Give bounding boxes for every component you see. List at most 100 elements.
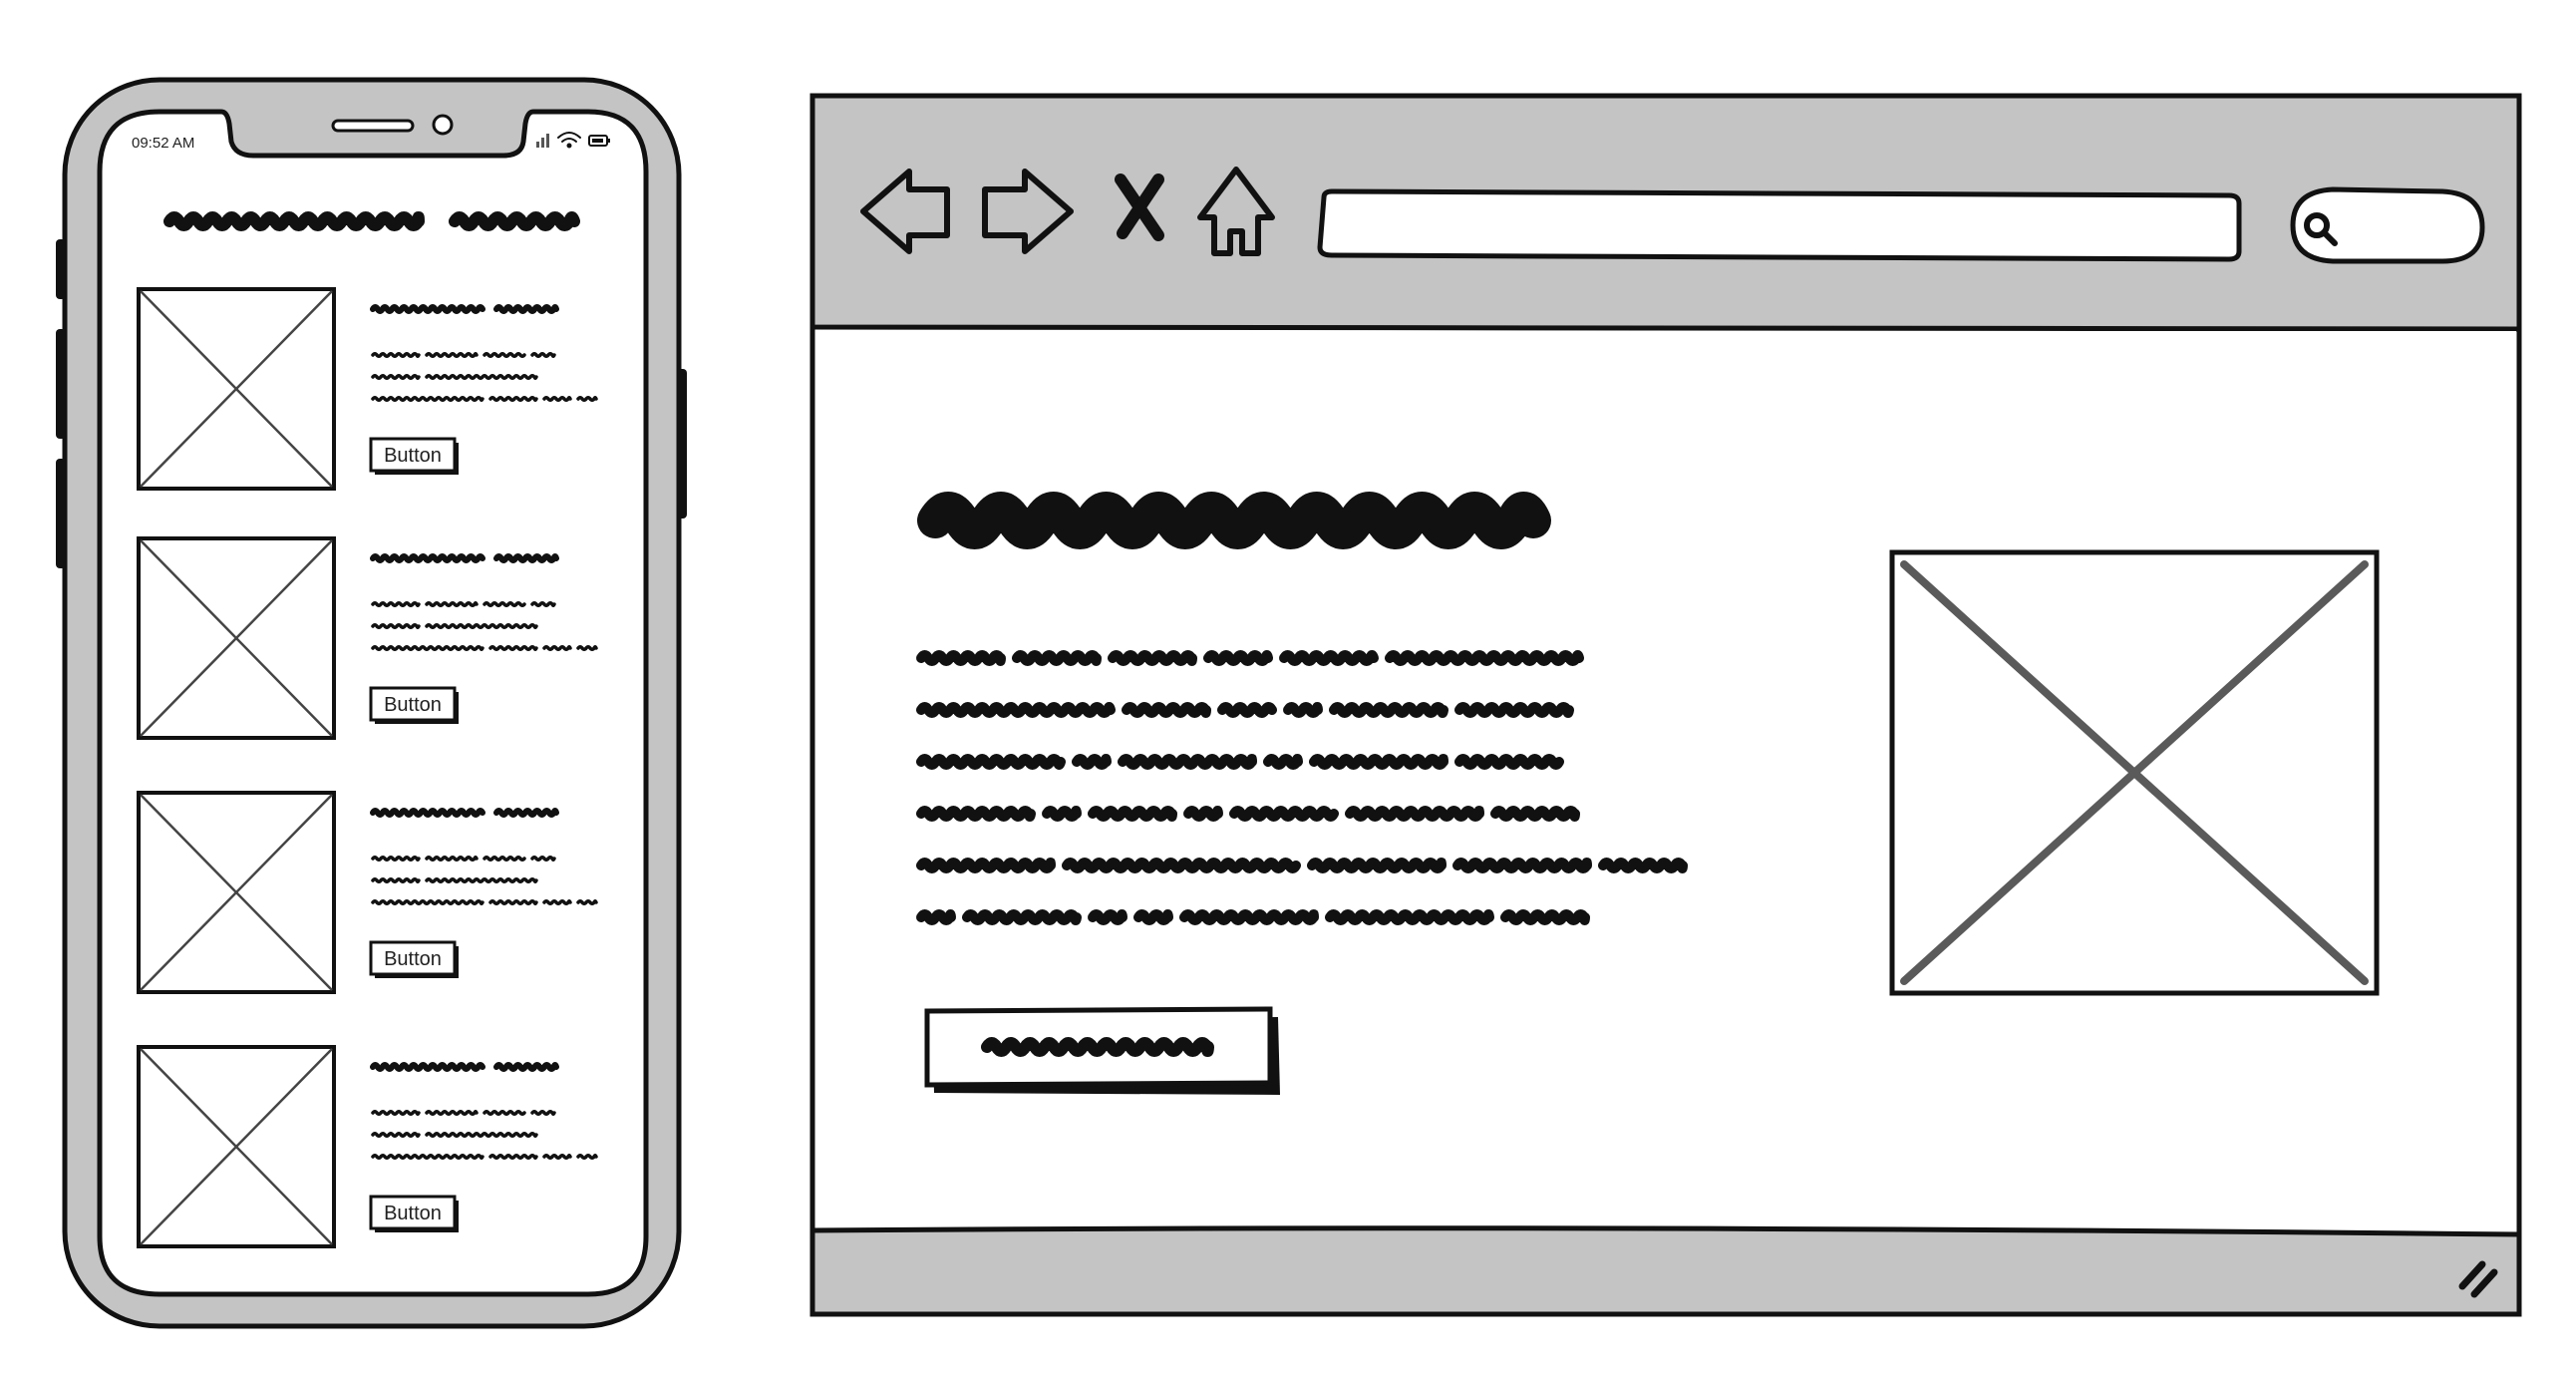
text-scribble	[1042, 806, 1082, 822]
text-scribble	[371, 352, 421, 358]
hero-button-label-word	[981, 1037, 1214, 1057]
text-scribble	[1183, 806, 1223, 822]
text-scribble	[1122, 702, 1211, 718]
text-scribble	[1229, 806, 1339, 822]
text-scribble	[1325, 909, 1494, 925]
browser-window	[809, 93, 2522, 1317]
card-button-label: Button	[384, 948, 442, 970]
text-scribble	[1385, 650, 1584, 666]
card-button-label: Button	[384, 1203, 442, 1224]
text-scribble	[371, 396, 484, 402]
address-bar[interactable]	[1317, 188, 2242, 262]
hero-cta-button[interactable]	[924, 1006, 1280, 1095]
text-scribble	[425, 856, 479, 862]
text-scribble	[1598, 858, 1688, 873]
text-scribble	[371, 601, 421, 607]
text-scribble	[1133, 909, 1173, 925]
text-scribble	[1452, 858, 1592, 873]
text-scribble	[576, 645, 598, 651]
text-scribble	[371, 645, 484, 651]
text-scribble	[493, 1062, 559, 1072]
text-scribble	[916, 650, 1006, 666]
text-scribble	[1279, 650, 1379, 666]
text-scribble	[1088, 909, 1127, 925]
text-scribble	[530, 1110, 556, 1116]
text-scribble	[425, 877, 538, 883]
text-scribble	[530, 856, 556, 862]
text-scribble	[371, 374, 421, 380]
phone-camera	[432, 114, 454, 136]
text-scribble	[1454, 702, 1574, 718]
text-scribble	[916, 858, 1056, 873]
text-scribble	[1309, 754, 1449, 770]
hero-heading-scribble	[917, 492, 1551, 549]
text-scribble	[1118, 754, 1257, 770]
text-scribble	[576, 899, 598, 905]
text-scribble	[493, 808, 559, 818]
text-scribble	[370, 553, 485, 563]
card-button[interactable]: Button	[369, 437, 459, 475]
text-scribble	[371, 1154, 484, 1160]
text-scribble	[576, 1154, 598, 1160]
text-scribble	[916, 806, 1036, 822]
hero-heading-word	[917, 492, 1551, 549]
text-scribble	[1454, 754, 1564, 770]
text-scribble	[1283, 702, 1323, 718]
card-button-label: Button	[384, 694, 442, 716]
text-scribble	[493, 553, 559, 563]
hero-button-label-scribble	[981, 1037, 1214, 1057]
text-scribble	[530, 352, 556, 358]
phone-mockup: 09:52 AM Button Button Button Button	[56, 77, 687, 1329]
text-scribble	[1203, 650, 1273, 666]
text-scribble	[488, 1154, 538, 1160]
wireframe-canvas: 09:52 AM Button Button Button Button	[56, 77, 2522, 1329]
phone-heading-scribble	[163, 211, 580, 231]
text-scribble	[576, 396, 598, 402]
text-scribble	[1062, 858, 1301, 873]
text-scribble	[1217, 702, 1277, 718]
text-scribble	[371, 899, 484, 905]
text-scribble	[1329, 702, 1449, 718]
text-scribble	[530, 601, 556, 607]
phone-heading-word	[449, 211, 580, 231]
text-scribble	[493, 304, 559, 314]
text-scribble	[1345, 806, 1484, 822]
text-scribble	[371, 856, 421, 862]
card-button[interactable]: Button	[369, 940, 459, 978]
text-scribble	[962, 909, 1082, 925]
text-scribble	[370, 1062, 485, 1072]
text-scribble	[371, 877, 421, 883]
text-scribble	[1490, 806, 1580, 822]
text-scribble	[1012, 650, 1102, 666]
text-scribble	[370, 304, 485, 314]
text-scribble	[425, 623, 538, 629]
text-scribble	[1108, 650, 1197, 666]
text-scribble	[425, 1110, 479, 1116]
text-scribble	[488, 645, 538, 651]
text-scribble	[1307, 858, 1447, 873]
card-button[interactable]: Button	[369, 686, 459, 724]
text-scribble	[425, 601, 479, 607]
text-scribble	[916, 702, 1116, 718]
browser-status-bar	[809, 1225, 2522, 1317]
text-scribble	[370, 808, 485, 818]
text-scribble	[1263, 754, 1303, 770]
text-scribble	[488, 899, 538, 905]
text-scribble	[371, 1132, 421, 1138]
text-scribble	[425, 1132, 538, 1138]
text-scribble	[1179, 909, 1319, 925]
text-scribble	[1088, 806, 1177, 822]
text-scribble	[916, 754, 1066, 770]
text-scribble	[488, 396, 538, 402]
text-scribble	[1500, 909, 1590, 925]
text-scribble	[425, 352, 479, 358]
text-scribble	[425, 374, 538, 380]
hero-image-placeholder	[1889, 549, 2380, 996]
status-time: 09:52 AM	[132, 135, 194, 152]
phone-speaker	[331, 119, 415, 133]
card-button[interactable]: Button	[369, 1195, 459, 1232]
phone-heading-word	[163, 211, 425, 231]
text-scribble	[371, 1110, 421, 1116]
card-button-label: Button	[384, 445, 442, 467]
text-scribble	[1072, 754, 1112, 770]
